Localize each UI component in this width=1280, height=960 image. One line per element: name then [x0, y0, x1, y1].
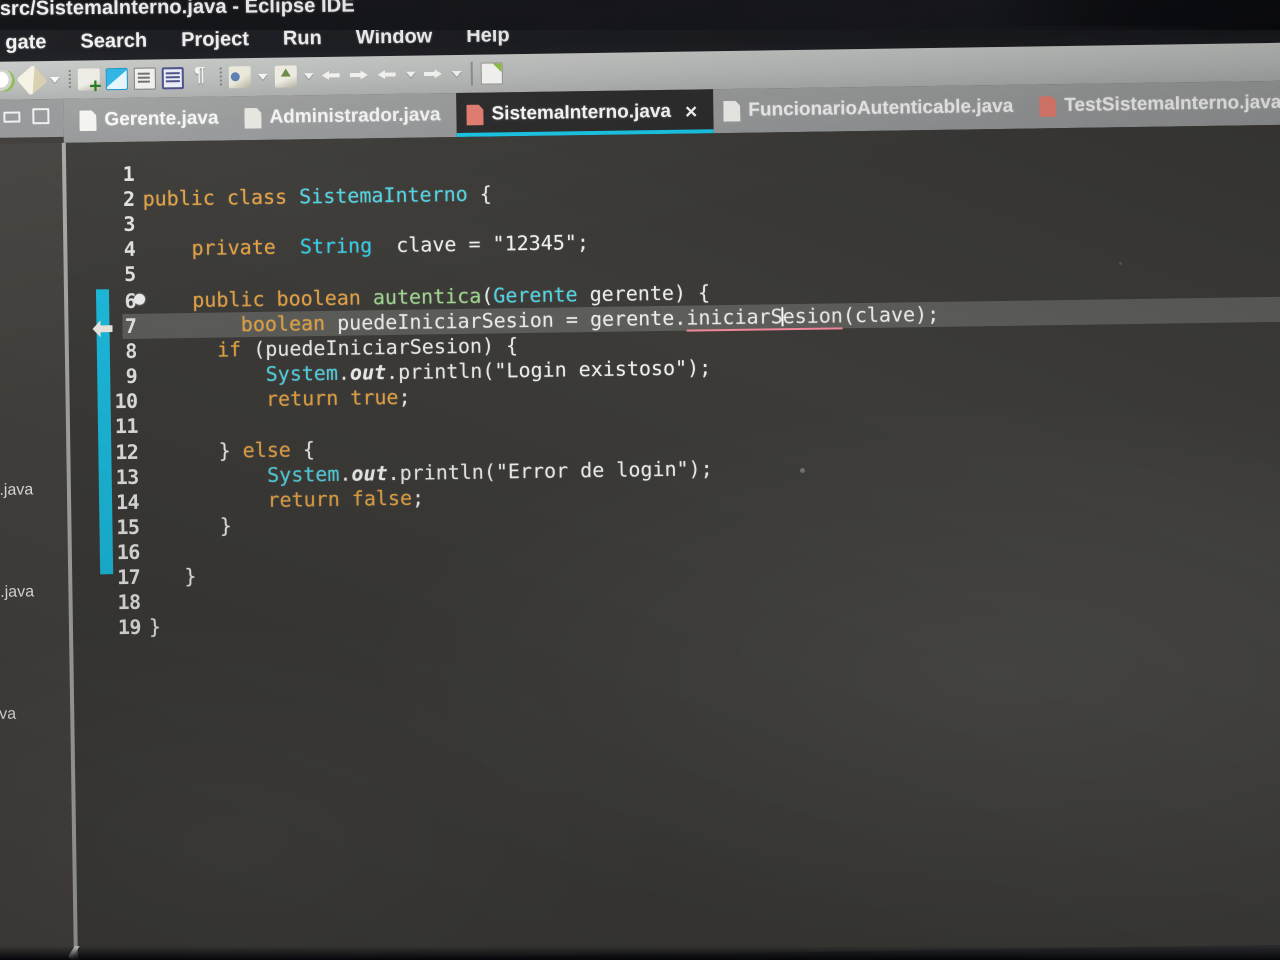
- java-file-red-icon: [1039, 96, 1056, 117]
- pilcrow-icon[interactable]: [188, 65, 214, 91]
- tab-label: SistemaInterno.java: [491, 100, 672, 125]
- photo-speck: [1119, 262, 1122, 265]
- next-annotation-icon[interactable]: [421, 61, 447, 87]
- minimize-view-icon[interactable]: [3, 111, 21, 123]
- monitor-bezel-bottom: [0, 946, 1280, 960]
- line-number: 19: [117, 614, 142, 640]
- open-resource-icon[interactable]: [273, 63, 299, 89]
- tab-label: Administrador.java: [269, 104, 441, 128]
- line-number: 15: [116, 514, 140, 540]
- monitor-photo: /src/SistemaInterno.java - Eclipse IDE g…: [0, 0, 1280, 960]
- java-file-icon: [79, 110, 96, 131]
- code-editor[interactable]: le.java on.java a .java 1 2 3 4 5 6 7: [0, 124, 1280, 960]
- java-file-red-icon: [466, 104, 483, 125]
- line-number: 13: [115, 464, 139, 490]
- close-icon[interactable]: ×: [685, 100, 698, 123]
- menu-item-search[interactable]: Search: [63, 29, 164, 53]
- debug-icon[interactable]: [227, 64, 253, 90]
- line-number: 10: [114, 388, 138, 414]
- java-file-icon: [244, 107, 261, 128]
- code-line-2: public class SistemaInterno {: [142, 181, 492, 211]
- line-number: 11: [114, 413, 139, 439]
- previous-annotation-icon[interactable]: [375, 62, 401, 88]
- photo-speck: [800, 468, 805, 473]
- title-bar-shadow: [980, 0, 1280, 26]
- edit-pencil-icon[interactable]: [16, 64, 48, 96]
- run-icon[interactable]: [0, 68, 17, 94]
- line-number: 4: [123, 236, 136, 261]
- code-line-14: return false;: [267, 485, 425, 512]
- maximize-view-icon[interactable]: [32, 108, 50, 125]
- line-number: 17: [116, 564, 141, 590]
- chevron-down-icon[interactable]: [449, 61, 465, 87]
- tab-label: Gerente.java: [104, 107, 219, 131]
- menu-item-project[interactable]: Project: [164, 27, 266, 52]
- code-line-19: }: [148, 614, 162, 639]
- tab-sistemainterno-java[interactable]: SistemaInterno.java ×: [456, 89, 714, 138]
- code-line-12: } else {: [218, 437, 316, 463]
- line-number: 3: [123, 211, 136, 236]
- line-number: 18: [117, 589, 141, 615]
- line-number: 5: [123, 261, 136, 286]
- tab-funcionarioautenticable-java[interactable]: FuncionarioAutenticable.java: [713, 85, 1030, 134]
- line-number: 8: [125, 338, 138, 363]
- line-number: 1: [122, 161, 135, 186]
- tab-label: TestSistemaInterno.java: [1064, 91, 1280, 117]
- code-line-10: return true;: [265, 384, 411, 411]
- tab-administrador-java[interactable]: Administrador.java: [234, 93, 457, 140]
- tab-testsistemainterno-java[interactable]: TestSistemaInterno.java: [1029, 81, 1280, 129]
- forward-arrow-icon[interactable]: [347, 62, 373, 88]
- back-arrow-icon[interactable]: [319, 63, 345, 89]
- list-item[interactable]: le.java: [0, 481, 33, 500]
- open-type-icon[interactable]: [160, 65, 186, 91]
- menu-item-navigate[interactable]: gate: [0, 30, 64, 54]
- new-java-class-icon[interactable]: [104, 66, 130, 92]
- line-number: 2: [122, 186, 135, 211]
- toolbar-divider: [467, 61, 477, 87]
- line-number: 7: [124, 313, 137, 338]
- new-package-icon[interactable]: [76, 66, 102, 92]
- java-file-icon: [723, 100, 740, 121]
- line-number: 9: [125, 363, 138, 388]
- code-line-17: }: [184, 563, 197, 589]
- new-file-icon[interactable]: [479, 60, 505, 86]
- tab-gerente-java[interactable]: Gerente.java: [69, 96, 235, 142]
- chevron-down-icon[interactable]: [403, 62, 419, 88]
- toolbar-separator: [216, 65, 225, 89]
- view-controls: [0, 98, 64, 138]
- toolbar-separator: [65, 68, 74, 92]
- list-item[interactable]: on.java: [0, 583, 34, 602]
- list-item[interactable]: .java: [0, 706, 16, 724]
- chevron-down-icon[interactable]: [301, 63, 317, 89]
- tab-label: FuncionarioAutenticable.java: [748, 95, 1014, 121]
- line-number: 16: [116, 539, 141, 565]
- line-number: 6: [124, 288, 137, 313]
- chevron-down-icon[interactable]: [47, 67, 63, 93]
- chevron-down-icon[interactable]: [255, 64, 271, 90]
- line-number: 14: [115, 489, 140, 515]
- eclipse-ide: gate Search Project Run Window Help ¶ Ge…: [0, 4, 1280, 960]
- source-code[interactable]: 1 2 3 4 5 6 7 8 9 10 11 12 13 14 15 16 1…: [64, 125, 1280, 960]
- new-java-file-icon[interactable]: [132, 65, 158, 91]
- code-line-4: private String clave = "12345";: [191, 230, 590, 260]
- line-number: 12: [115, 439, 139, 465]
- code-line-15: }: [219, 513, 232, 538]
